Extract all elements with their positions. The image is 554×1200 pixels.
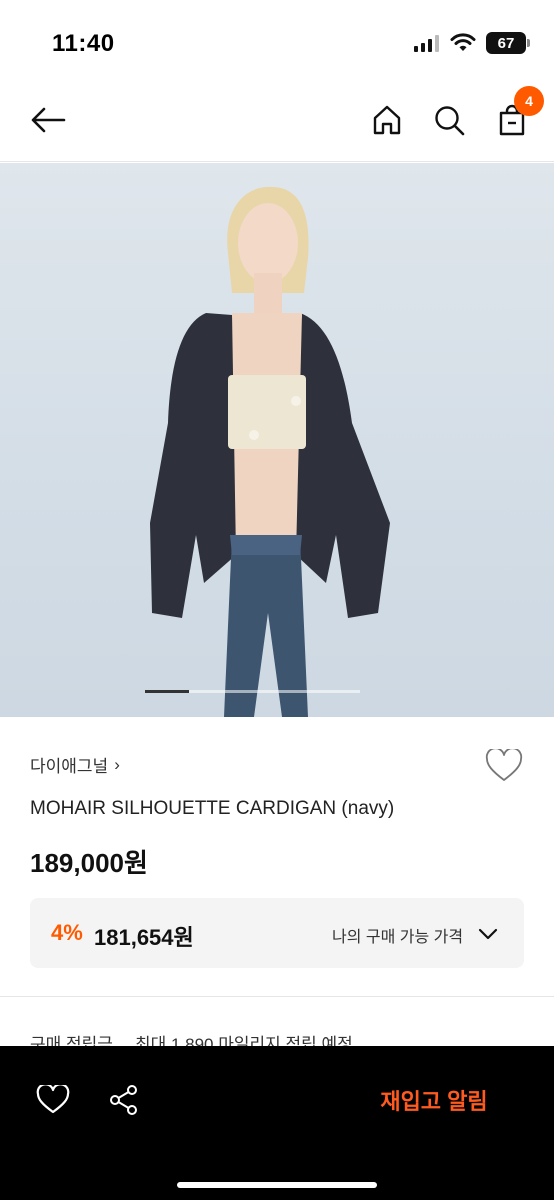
home-icon	[373, 105, 401, 135]
top-navigation-bar: 4	[0, 80, 554, 162]
carousel-indicator	[145, 690, 360, 693]
product-price: 189,000원	[30, 848, 148, 878]
chevron-down-icon	[478, 928, 498, 940]
search-button[interactable]	[427, 98, 471, 142]
my-price-dropdown[interactable]: 4% 181,654원 나의 구매 가능 가격	[30, 898, 524, 968]
status-icons: 67	[414, 32, 530, 54]
heart-icon	[36, 1085, 70, 1114]
bottom-action-bar: 재입고 알림	[0, 1046, 554, 1200]
home-button[interactable]	[365, 98, 409, 142]
search-icon	[435, 106, 465, 136]
back-arrow-icon	[31, 107, 66, 133]
share-button[interactable]	[102, 1078, 146, 1122]
brand-name: 다이애그널	[30, 757, 109, 776]
back-button[interactable]	[26, 98, 70, 142]
product-image-carousel[interactable]	[0, 163, 554, 717]
cellular-signal-icon	[414, 35, 439, 52]
discount-price: 181,654원	[94, 925, 194, 950]
cart-button[interactable]: 4	[490, 86, 544, 142]
status-bar: 11:40 67	[0, 0, 554, 80]
like-button[interactable]	[31, 1078, 75, 1122]
product-name: MOHAIR SILHOUETTE CARDIGAN (navy)	[30, 798, 395, 819]
battery-level: 67	[497, 34, 515, 52]
share-icon	[110, 1085, 137, 1115]
battery-icon: 67	[486, 32, 530, 54]
section-divider	[0, 996, 554, 997]
restock-alert-button[interactable]: 재입고 알림	[344, 1078, 524, 1122]
status-time: 11:40	[52, 30, 115, 57]
cart-count-badge: 4	[514, 86, 544, 116]
discount-rate: 4%	[51, 920, 83, 945]
wifi-icon	[450, 33, 476, 51]
carousel-indicator-active	[145, 690, 189, 693]
chevron-right-icon: ›	[114, 754, 120, 774]
heart-icon	[485, 749, 523, 781]
brand-link[interactable]: 다이애그널 ›	[30, 752, 120, 777]
product-photo	[150, 186, 390, 717]
home-indicator	[177, 1182, 377, 1188]
my-price-label: 나의 구매 가능 가격	[332, 929, 464, 946]
wishlist-button[interactable]	[484, 746, 524, 786]
